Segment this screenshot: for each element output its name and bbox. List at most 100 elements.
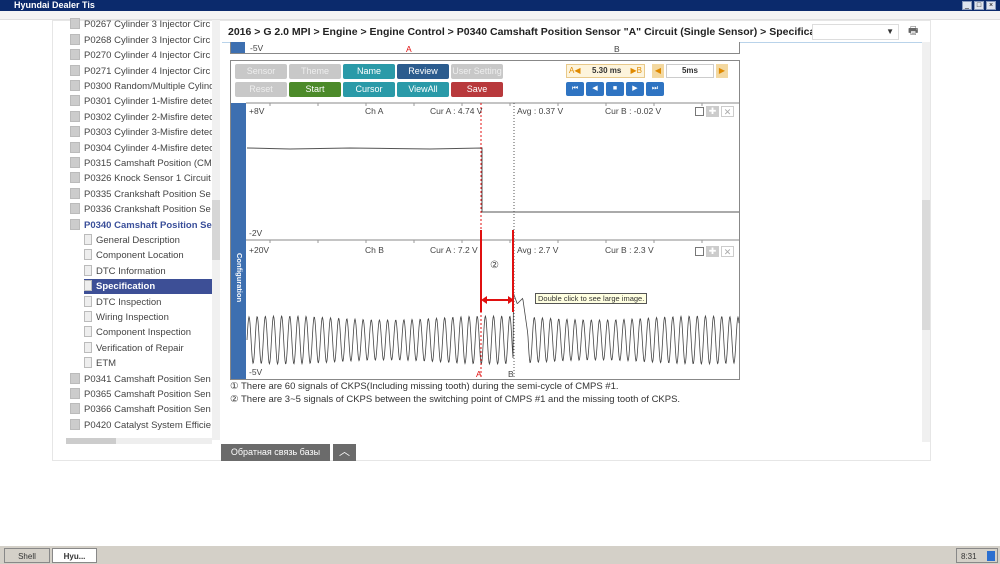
main-scroll-thumb[interactable] (922, 200, 930, 330)
ch-b-cur-a: Cur A : 7.2 V (430, 245, 478, 255)
book-icon (70, 157, 80, 168)
document-icon (84, 280, 92, 292)
tree-subitem[interactable]: DTC Information (84, 264, 212, 279)
reset-button[interactable]: Reset (235, 82, 287, 97)
tree-item-label: P0268 Cylinder 3 Injector Circ (84, 34, 211, 46)
ch-a-trace (246, 147, 739, 213)
ch-b-avg: Avg : 2.7 V (517, 245, 559, 255)
tree-item[interactable]: P0326 Knock Sensor 1 Circuit (70, 171, 212, 186)
tree-subitem[interactable]: DTC Inspection (84, 295, 212, 310)
tree-item-label: Wiring Inspection (96, 312, 169, 323)
tree-item[interactable]: P0300 Random/Multiple Cylinde (70, 79, 212, 94)
ch-b-max: +20V (249, 245, 270, 255)
book-icon (70, 18, 80, 30)
close-button[interactable]: × (986, 1, 996, 10)
book-icon (70, 110, 80, 122)
minimize-button[interactable]: _ (962, 1, 972, 10)
tree-item[interactable]: P0301 Cylinder 1-Misfire detec (70, 94, 212, 109)
tree-item[interactable]: P0315 Camshaft Position (CM (70, 156, 212, 171)
checkbox[interactable] (695, 247, 704, 256)
ch-a-max: +8V (249, 106, 265, 116)
save-button[interactable]: Save (451, 82, 503, 97)
tree-item-label: General Description (96, 235, 180, 246)
language-select[interactable]: ▼ (812, 24, 899, 40)
tree-item-label: P0301 Cylinder 1-Misfire detec (84, 96, 212, 108)
review-button[interactable]: Review (397, 64, 449, 79)
tree-item-label: DTC Information (96, 265, 166, 277)
maximize-button[interactable]: □ (974, 1, 984, 10)
app-task-button[interactable]: Hyu... (52, 548, 97, 563)
window-title: Hyundai Dealer Tis (14, 0, 95, 10)
tree-item-label: P0300 Random/Multiple Cylinde (84, 81, 212, 92)
theme-button[interactable]: Theme (289, 64, 341, 79)
tree-item[interactable]: P0336 Crankshaft Position Se (70, 202, 212, 217)
tree-item-label: P0304 Cylinder 4-Misfire detec (84, 142, 212, 154)
add-icon[interactable]: ✚ (706, 106, 719, 117)
cursor-button[interactable]: Cursor (343, 82, 395, 97)
book-icon (70, 418, 80, 430)
tree-item[interactable]: P0341 Camshaft Position Sen (70, 372, 212, 387)
tree-item[interactable]: P0303 Cylinder 3-Misfire detec (70, 125, 212, 140)
book-icon (70, 64, 80, 76)
tree-subitem[interactable]: Component Location (84, 248, 212, 263)
tree-item[interactable]: P0271 Cylinder 4 Injector Circ (70, 64, 212, 79)
ch-b-cur-b: Cur B : 2.3 V (605, 245, 654, 255)
document-icon (84, 249, 92, 261)
sensor-button[interactable]: Sensor (235, 64, 287, 79)
oscilloscope-image[interactable]: -5V A B A◀ 5.30 ms ▶B ◀ 5ms ▶ ⏮ ◀ ■ ▶ ⏭ … (230, 42, 740, 380)
close-icon[interactable]: ✕ (721, 246, 734, 257)
tree-subitem[interactable]: Specification (84, 279, 212, 295)
chevron-down-icon: ▼ (886, 27, 894, 36)
start-button[interactable]: Start (289, 82, 341, 97)
tree-subitem[interactable]: ETM (84, 356, 212, 371)
tree-item-label: P0420 Catalyst System Efficie (84, 419, 212, 431)
tree-item-label: P0303 Cylinder 3-Misfire detec (84, 127, 212, 139)
ch-b-name: Ch B (365, 245, 384, 255)
tree-item-label: P0267 Cylinder 3 Injector Circ (84, 19, 211, 31)
user-setting-button[interactable]: User Setting (451, 64, 503, 79)
sidebar-scroll-thumb[interactable] (212, 200, 220, 260)
document-icon (84, 311, 92, 322)
tree-item[interactable]: P0302 Cylinder 2-Misfire detec (70, 110, 212, 125)
tree-subitem[interactable]: Wiring Inspection (84, 310, 212, 325)
book-icon (70, 372, 80, 384)
tree-item[interactable]: P0366 Camshaft Position Sen (70, 402, 212, 417)
document-icon (84, 264, 92, 276)
print-icon[interactable]: 🖶 (908, 26, 920, 37)
checkbox[interactable] (695, 107, 704, 116)
add-icon[interactable]: ✚ (706, 246, 719, 257)
book-icon (70, 187, 80, 199)
tree-item[interactable]: P0340 Camshaft Position Se (70, 218, 212, 233)
tree-item[interactable]: P0420 Catalyst System Efficie (70, 418, 212, 433)
book-icon (70, 141, 80, 153)
desktop-icon[interactable] (987, 551, 995, 561)
book-icon (70, 388, 80, 399)
tree-item-label: P0335 Crankshaft Position Se (84, 188, 211, 200)
tree-item[interactable]: P0267 Cylinder 3 Injector Circ (70, 17, 212, 32)
sidebar-hscroll-thumb[interactable] (66, 438, 116, 444)
tree-item[interactable]: P0268 Cylinder 3 Injector Circ (70, 33, 212, 48)
tree-item[interactable]: P0335 Crankshaft Position Se (70, 187, 212, 202)
cursor-b-label: B (508, 369, 514, 379)
name-button[interactable]: Name (343, 64, 395, 79)
tree-item-label: ETM (96, 358, 117, 370)
tree-item[interactable]: P0270 Cylinder 4 Injector Circ (70, 48, 212, 63)
tree-item-label: P0270 Cylinder 4 Injector Circ (84, 50, 211, 62)
sidebar-tree: P0267 Cylinder 3 Injector Circ P0268 Cyli… (52, 14, 212, 444)
ch-a-name: Ch A (365, 106, 384, 116)
tree-subitem[interactable]: General Description (84, 233, 212, 248)
tree-item[interactable]: P0365 Camshaft Position Sen (70, 387, 212, 402)
document-icon (84, 295, 92, 307)
viewall-button[interactable]: ViewAll (397, 82, 449, 97)
close-icon[interactable]: ✕ (721, 106, 734, 117)
clock-time: 8:31 (961, 552, 977, 561)
tree-item-label: Component Location (96, 250, 184, 262)
ch-b-trace (246, 293, 740, 366)
shell-button[interactable]: Shell (4, 548, 50, 563)
scroll-up-button[interactable]: ︿ (333, 444, 356, 461)
feedback-button[interactable]: Обратная связь базы (221, 444, 330, 461)
tree-subitem[interactable]: Verification of Repair (84, 341, 212, 356)
tree-subitem[interactable]: Component Inspection (84, 325, 212, 340)
book-icon (70, 172, 80, 184)
tree-item[interactable]: P0304 Cylinder 4-Misfire detec (70, 141, 212, 156)
